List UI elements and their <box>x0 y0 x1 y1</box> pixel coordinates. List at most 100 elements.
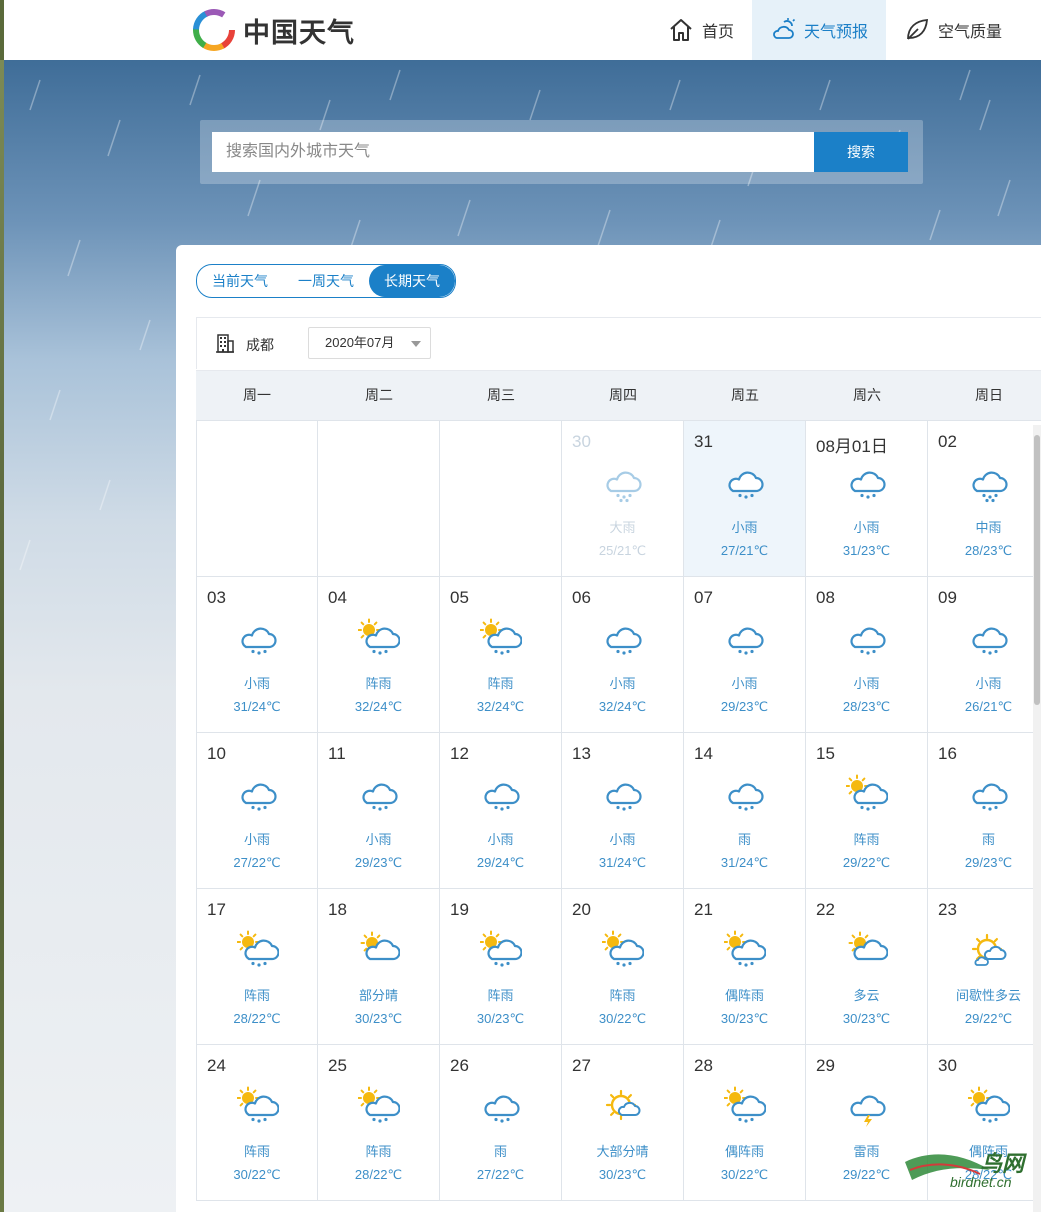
calendar-day-cell[interactable]: 17 阵雨 28/22℃ <box>196 889 318 1045</box>
calendar-day-cell[interactable]: 08 小雨 28/23℃ <box>806 577 928 733</box>
temperature-range: 30/23℃ <box>476 1011 525 1026</box>
logo-text: 中国天气 <box>243 17 355 48</box>
temperature-range: 30/23℃ <box>720 1011 769 1026</box>
calendar-day-cell[interactable]: 28 偶阵雨 30/22℃ <box>684 1045 806 1201</box>
logo-swirl-icon <box>193 9 235 51</box>
day-date: 29 <box>816 1056 835 1075</box>
nav-home[interactable]: 首页 <box>650 0 752 60</box>
calendar-day-cell[interactable]: 08月01日 小雨 31/23℃ <box>806 421 928 577</box>
calendar-day-cell[interactable]: 06 小雨 32/24℃ <box>562 577 684 733</box>
calendar-day-cell[interactable]: 21 偶阵雨 30/23℃ <box>684 889 806 1045</box>
search-input[interactable] <box>212 132 814 172</box>
calendar-day-cell[interactable]: 19 阵雨 30/23℃ <box>440 889 562 1045</box>
site-logo[interactable]: 中国天气 <box>193 7 355 53</box>
calendar-day-cell[interactable]: 11 小雨 29/23℃ <box>318 733 440 889</box>
weekday-fri: 周五 <box>731 387 759 403</box>
rain-icon <box>728 471 764 499</box>
calendar-day-cell[interactable]: 31 小雨 27/21℃ <box>684 421 806 577</box>
calendar-day-cell[interactable]: 14 雨 31/24℃ <box>684 733 806 889</box>
day-date: 25 <box>328 1056 347 1075</box>
home-icon <box>670 19 692 41</box>
day-date: 18 <box>328 900 347 919</box>
day-date: 15 <box>816 744 835 763</box>
calendar-day-cell[interactable]: 15 阵雨 29/22℃ <box>806 733 928 889</box>
temperature-range: 31/24℃ <box>598 855 647 870</box>
weather-description: 小雨 <box>365 832 392 847</box>
building-icon <box>216 334 234 353</box>
temperature-range: 31/24℃ <box>720 855 769 870</box>
temperature-range: 30/22℃ <box>233 1167 281 1182</box>
calendar-day-cell[interactable]: 07 小雨 29/23℃ <box>684 577 806 733</box>
shower-icon <box>480 618 522 655</box>
window-edge <box>0 0 4 60</box>
calendar-day-cell[interactable]: 26 雨 27/22℃ <box>440 1045 562 1201</box>
calendar-day-cell[interactable]: 12 小雨 29/24℃ <box>440 733 562 889</box>
forecast-tabs: 当前天气 一周天气 长期天气 <box>196 264 456 298</box>
nav-forecast[interactable]: 天气预报 <box>752 0 887 60</box>
weather-description: 阵雨 <box>487 676 514 691</box>
weather-description: 部分晴 <box>358 988 398 1003</box>
calendar-day-cell[interactable]: 25 阵雨 28/22℃ <box>318 1045 440 1201</box>
month-select-value: 2020年07月 <box>325 335 395 350</box>
rain-icon <box>606 783 642 811</box>
temperature-range: 30/23℃ <box>598 1167 647 1182</box>
shower-icon <box>358 618 400 655</box>
calendar-day-cell[interactable]: 30 大雨 25/21℃ <box>562 421 684 577</box>
temperature-range: 32/24℃ <box>598 699 647 714</box>
temperature-range: 30/23℃ <box>842 1011 891 1026</box>
temperature-range: 28/22℃ <box>233 1011 281 1026</box>
temperature-range: 31/24℃ <box>233 699 281 714</box>
temperature-range: 32/24℃ <box>354 699 403 714</box>
temperature-range: 25/21℃ <box>598 543 647 558</box>
rain-icon <box>362 783 398 811</box>
weather-description: 中雨 <box>975 520 1002 535</box>
weekday-sun: 周日 <box>975 387 1003 403</box>
calendar-day-cell[interactable]: 04 阵雨 32/24℃ <box>318 577 440 733</box>
day-date: 31 <box>694 432 713 451</box>
calendar-day-cell[interactable]: 02 中雨 28/23℃ <box>928 421 1041 577</box>
tab-week-weather[interactable]: 一周天气 <box>283 265 369 297</box>
tab-long-term-weather[interactable]: 长期天气 <box>369 265 455 297</box>
temperature-range: 27/22℃ <box>476 1167 525 1182</box>
month-select[interactable]: 2020年07月 <box>308 327 431 359</box>
calendar-day-cell[interactable]: 05 阵雨 32/24℃ <box>440 577 562 733</box>
day-date: 02 <box>938 432 957 451</box>
day-date: 17 <box>207 900 226 919</box>
scrollbar-thumb[interactable] <box>1034 435 1040 705</box>
day-date: 12 <box>450 744 469 763</box>
calendar-day-cell[interactable]: 16 雨 29/23℃ <box>928 733 1041 889</box>
calendar-rows: 30 大雨 25/21℃ 31 小雨 27/21℃ 08月01日 小雨 31/23℃ 02 中雨 28… <box>196 421 1041 1201</box>
calendar-day-cell[interactable]: 24 阵雨 30/22℃ <box>196 1045 318 1201</box>
rain-icon <box>241 783 277 811</box>
weather-description: 雨 <box>737 832 751 847</box>
weather-description: 阵雨 <box>243 1144 270 1159</box>
weather-description: 小雨 <box>853 520 880 535</box>
weather-description: 多云 <box>853 988 880 1003</box>
calendar-day-cell[interactable]: 22 多云 30/23℃ <box>806 889 928 1045</box>
weather-description: 小雨 <box>609 676 636 691</box>
calendar-day-cell[interactable]: 09 小雨 26/21℃ <box>928 577 1041 733</box>
nav-forecast-label: 天气预报 <box>804 24 869 41</box>
shower-icon <box>237 1086 279 1123</box>
temperature-range: 28/22℃ <box>354 1167 403 1182</box>
day-date: 21 <box>694 900 713 919</box>
scrollbar[interactable] <box>1033 425 1041 1212</box>
search-button[interactable]: 搜索 <box>814 132 908 172</box>
intermittent-cloud-icon <box>971 933 1007 966</box>
calendar-day-cell[interactable]: 13 小雨 31/24℃ <box>562 733 684 889</box>
calendar-day-cell[interactable]: 18 部分晴 30/23℃ <box>318 889 440 1045</box>
calendar-day-cell[interactable]: 20 阵雨 30/22℃ <box>562 889 684 1045</box>
calendar-day-cell[interactable]: 27 大部分晴 30/23℃ <box>562 1045 684 1201</box>
weather-description: 阵雨 <box>365 1144 392 1159</box>
calendar-day-cell[interactable]: 03 小雨 31/24℃ <box>196 577 318 733</box>
nav-air-quality[interactable]: 空气质量 <box>886 0 1020 60</box>
calendar-day-cell[interactable]: 10 小雨 27/22℃ <box>196 733 318 889</box>
rain-icon <box>606 627 642 655</box>
tab-current-weather[interactable]: 当前天气 <box>197 265 283 297</box>
calendar-grid: 周一 周二 周三 周四 周五 周六 周日 30 大雨 25/21℃ 31 小雨 27/21… <box>196 370 1041 1201</box>
day-date: 07 <box>694 588 713 607</box>
heavy-rain-icon <box>606 471 642 503</box>
temperature-range: 30/22℃ <box>598 1011 647 1026</box>
day-date: 05 <box>450 588 469 607</box>
calendar-day-cell[interactable]: 23 间歇性多云 29/22℃ <box>928 889 1041 1045</box>
